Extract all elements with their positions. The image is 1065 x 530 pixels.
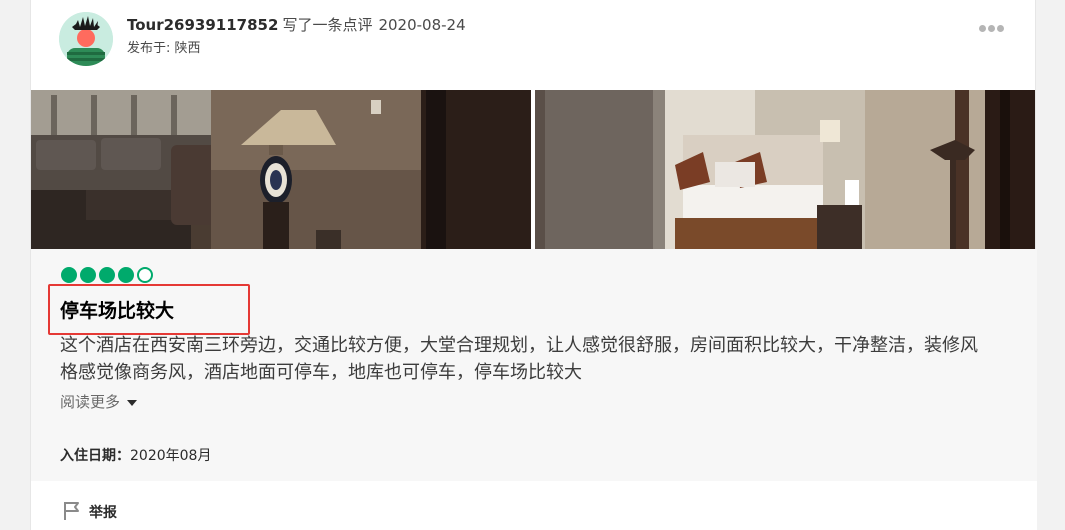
review-photo-living-room[interactable] <box>31 90 531 249</box>
review-text: 这个酒店在西安南三环旁边，交通比较方便，大堂合理规划，让人感觉很舒服，房间面积比… <box>60 335 978 383</box>
review-location: 发布于: 陕西 <box>127 41 201 56</box>
flag-icon <box>63 501 81 525</box>
report-button[interactable]: 举报 <box>63 501 117 525</box>
review-action-text: 写了一条点评 <box>282 16 373 34</box>
review-photo-bedroom[interactable] <box>535 90 1035 249</box>
avatar-illustration <box>59 12 113 66</box>
stay-date-label: 入住日期： <box>60 448 130 464</box>
review-date: 2020-08-24 <box>378 16 466 34</box>
read-more-label: 阅读更多 <box>60 393 121 411</box>
rating-bubble-filled-icon <box>80 267 96 283</box>
rating-bubble-filled-icon <box>99 267 115 283</box>
stay-date: 入住日期：2020年08月 <box>60 445 211 465</box>
review-photos <box>31 90 1037 249</box>
more-dots-icon <box>988 25 995 32</box>
more-dots-icon <box>997 25 1004 32</box>
read-more-button[interactable]: 阅读更多 <box>60 391 138 412</box>
more-options-button[interactable] <box>979 18 1007 32</box>
review-body: 停车场比较大 这个酒店在西安南三环旁边，交通比较方便，大堂合理规划，让人感觉很舒… <box>31 249 1037 481</box>
rating-bubble-empty-icon <box>137 267 153 283</box>
more-dots-icon <box>979 25 986 32</box>
username-link[interactable]: Tour26939117852 <box>127 16 278 34</box>
review-author-line: Tour26939117852 写了一条点评 2020-08-24 <box>127 14 466 35</box>
review-card: Tour26939117852 写了一条点评 2020-08-24 发布于: 陕西 <box>30 0 1037 530</box>
review-footer: 举报 <box>31 481 1037 530</box>
stay-date-value: 2020年08月 <box>130 448 212 464</box>
rating-bubbles <box>61 267 156 285</box>
rating-bubble-filled-icon <box>118 267 134 283</box>
report-label: 举报 <box>89 505 117 521</box>
rating-bubble-filled-icon <box>61 267 77 283</box>
review-header: Tour26939117852 写了一条点评 2020-08-24 发布于: 陕西 <box>31 0 1037 90</box>
chevron-down-icon <box>127 399 138 406</box>
avatar[interactable] <box>59 12 113 66</box>
review-title[interactable]: 停车场比较大 <box>60 296 174 323</box>
